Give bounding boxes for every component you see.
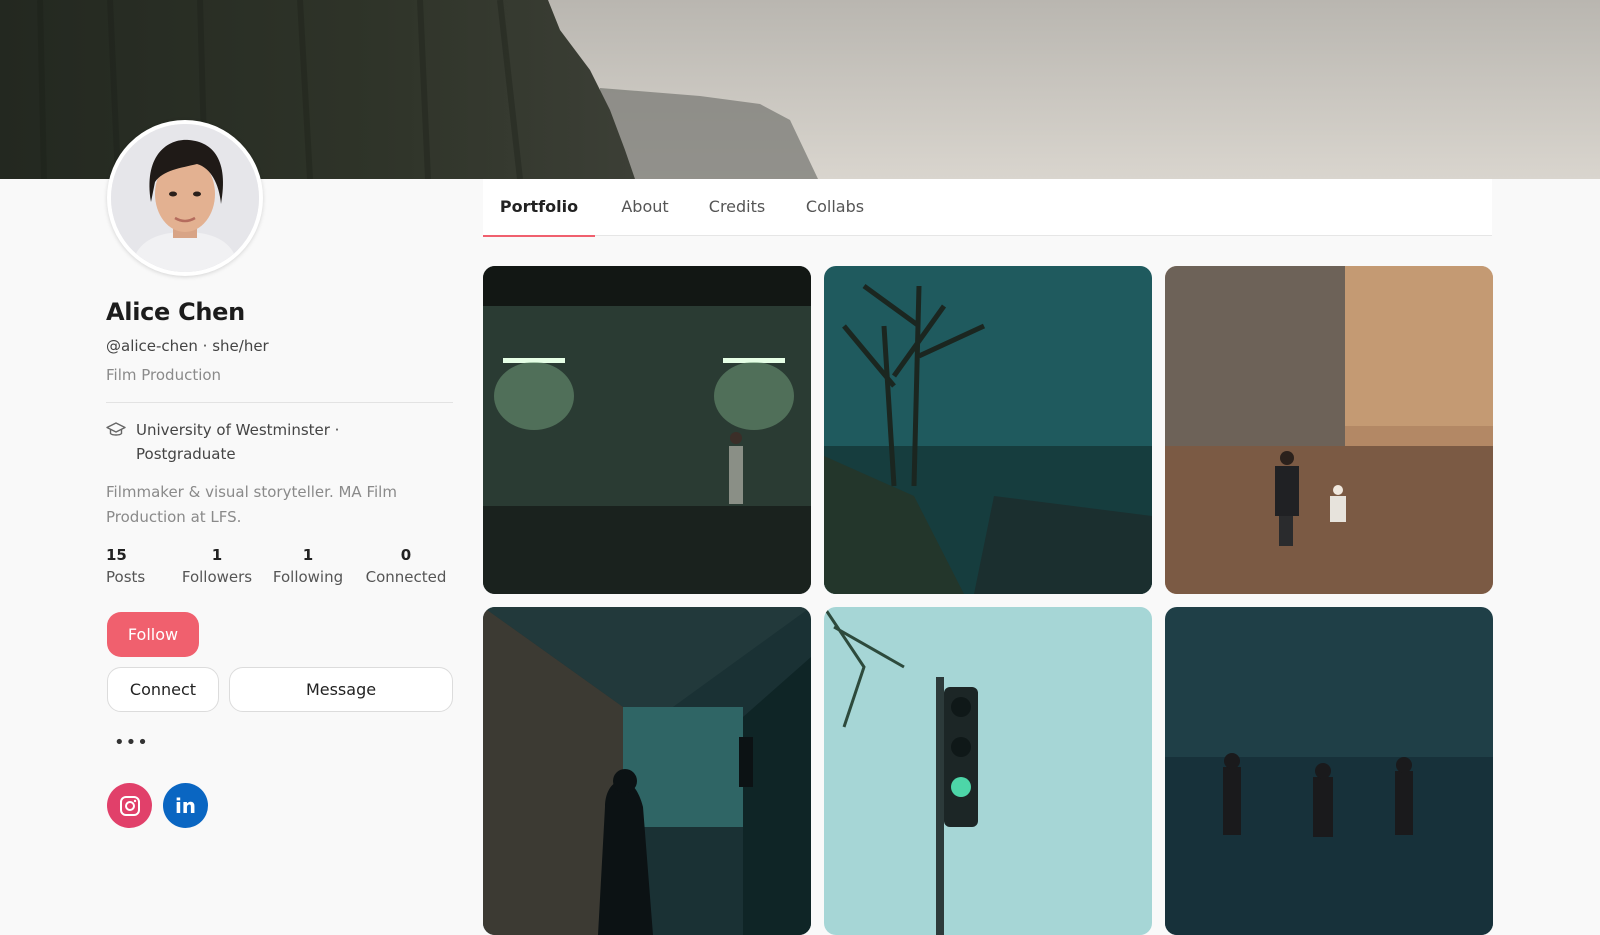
stat-label: Connected [365,568,447,586]
stat-following[interactable]: 1 Following [270,545,346,589]
tile-foggy-trees-road[interactable] [824,266,1152,594]
more-options-button[interactable]: ••• [114,732,148,756]
profile-bio: Filmmaker & visual storyteller. MA Film … [106,483,397,526]
stat-posts[interactable]: 15 Posts [106,545,145,589]
avatar[interactable] [107,120,263,276]
tile-traffic-light-fog[interactable] [824,607,1152,935]
tab-label: Portfolio [499,197,579,216]
tab-about[interactable]: About [607,179,683,236]
stat-label: Posts [106,568,146,586]
tile-beach-night-figures[interactable] [1165,607,1493,935]
tab-portfolio[interactable]: Portfolio [483,179,595,237]
instagram-link[interactable] [107,783,152,828]
tab-label: Collabs [805,197,865,216]
instagram-icon [119,795,140,816]
linkedin-link[interactable]: in [163,783,208,828]
profile-tabs: Portfolio About Credits Collabs [483,179,1492,237]
stat-label: Following [272,568,344,586]
education-text: University of Westminster · Postgraduate [136,421,340,463]
active-tab-indicator [483,235,595,237]
graduation-cap-icon [106,422,126,436]
stat-value: 1 [211,546,223,564]
stat-label: Followers [181,568,253,586]
tab-label: Credits [708,197,766,216]
stat-value: 1 [302,546,314,564]
stat-value: 15 [106,546,127,564]
tile-underpass-figure[interactable] [483,266,811,594]
profile-handle: @alice-chen · she/her [106,337,269,355]
linkedin-icon: in [174,793,197,818]
divider [106,402,453,403]
tab-credits[interactable]: Credits [695,179,779,236]
stat-value: 0 [400,546,412,564]
tile-tunnel-silhouettes[interactable] [483,607,811,935]
stat-connected[interactable]: 0 Connected [362,545,450,589]
tab-label: About [621,197,669,216]
profile-role: Film Production [106,366,222,384]
message-button[interactable]: Message [229,667,453,712]
tab-collabs[interactable]: Collabs [793,179,877,236]
follow-button[interactable]: Follow [107,612,199,657]
stat-followers[interactable]: 1 Followers [180,545,254,589]
profile-name: Alice Chen [106,298,245,326]
connect-button[interactable]: Connect [107,667,219,712]
tile-autumn-hikers[interactable] [1165,266,1493,594]
